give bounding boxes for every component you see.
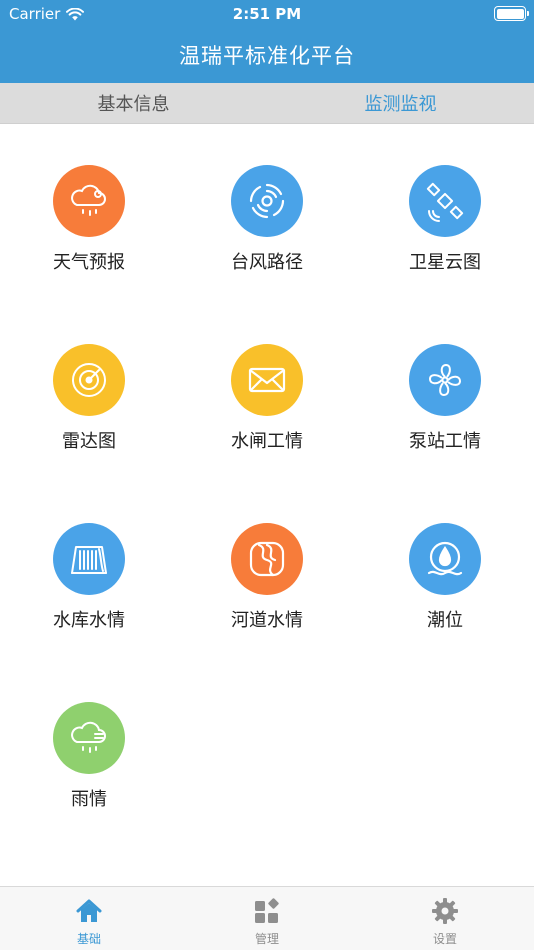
tab-label: 设置	[432, 932, 457, 946]
typhoon-icon	[249, 183, 285, 219]
satellite-icon	[426, 182, 464, 222]
grid-item-typhoon-path[interactable]: 台风路径	[178, 165, 356, 305]
segment-basic-info[interactable]: 基本信息	[0, 83, 267, 123]
river-icon	[249, 541, 285, 577]
grid-item-weather-forecast[interactable]: 天气预报	[0, 165, 178, 305]
tab-label: 基础	[76, 932, 101, 946]
reservoir-icon	[71, 546, 107, 574]
grid-item-pump-station[interactable]: 泵站工情	[356, 344, 534, 484]
water-drop-icon	[427, 541, 463, 576]
tab-management[interactable]: 管理	[178, 887, 356, 950]
grid-item-satellite-cloud[interactable]: 卫星云图	[356, 165, 534, 305]
status-time: 2:51 PM	[232, 5, 302, 23]
grid-item-label: 天气预报	[53, 252, 125, 273]
battery-icon	[494, 6, 529, 21]
grid-item-reservoir[interactable]: 水库水情	[0, 523, 178, 663]
grid-item-label: 泵站工情	[409, 431, 481, 452]
weather-cloud-rain-icon	[71, 184, 106, 216]
grid-squares-icon	[255, 898, 279, 923]
grid-item-sluice-status[interactable]: 水闸工情	[178, 344, 356, 484]
rain-cloud-icon	[71, 721, 106, 753]
grid-item-label: 河道水情	[231, 610, 303, 631]
grid-item-label: 台风路径	[231, 252, 303, 273]
grid-item-label: 雷达图	[62, 431, 116, 452]
tab-label: 管理	[254, 932, 279, 946]
grid-item-label: 卫星云图	[409, 252, 481, 273]
navigation-header: Carrier 2:51 PM 温瑞平标准化平台	[0, 0, 534, 83]
envelope-icon	[248, 367, 286, 393]
gear-icon	[432, 898, 458, 924]
home-icon	[76, 899, 102, 922]
grid-item-label: 雨情	[71, 789, 107, 810]
page-title: 温瑞平标准化平台	[179, 44, 355, 68]
radar-icon	[72, 363, 106, 397]
grid-item-label: 水闸工情	[231, 431, 303, 452]
tab-settings[interactable]: 设置	[356, 887, 534, 950]
grid-item-label: 水库水情	[53, 610, 125, 631]
grid-item-tide-level[interactable]: 潮位	[356, 523, 534, 663]
bottom-tab-bar: 基础 管理 设置	[0, 886, 534, 950]
fan-icon	[429, 364, 461, 396]
tab-basic[interactable]: 基础	[0, 887, 178, 950]
grid-item-label: 潮位	[427, 610, 463, 631]
segmented-control: 基本信息 监测监视	[0, 83, 534, 124]
grid-item-river[interactable]: 河道水情	[178, 523, 356, 663]
grid-item-rainfall[interactable]: 雨情	[0, 702, 178, 842]
status-bar: Carrier 2:51 PM	[0, 0, 534, 28]
segment-monitoring[interactable]: 监测监视	[267, 83, 534, 123]
grid-item-radar[interactable]: 雷达图	[0, 344, 178, 484]
